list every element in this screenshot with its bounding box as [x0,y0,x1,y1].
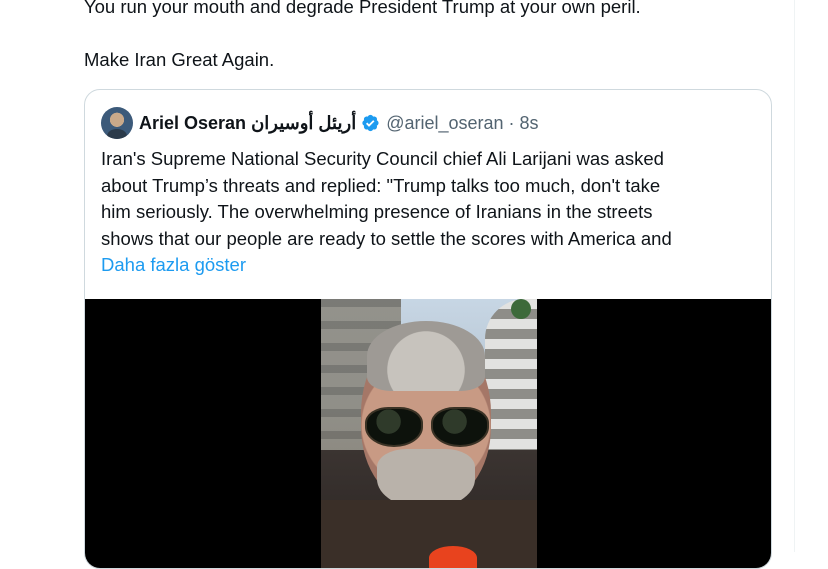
body-line: about Trump’s threats and replied: "Trum… [101,174,661,196]
building-right [485,299,537,469]
hair [367,321,485,391]
lens-left [365,407,423,447]
handle[interactable]: @ariel_oseran [386,113,503,134]
quoted-tweet-card[interactable]: Ariel Oseran أريئل أوسيران @ariel_oseran… [84,89,772,569]
quoted-tweet-header: Ariel Oseran أريئل أوسيران @ariel_oseran… [101,106,539,140]
microphone [429,546,477,568]
tweet-text-line: You run your mouth and degrade President… [84,0,641,17]
body-line: shows that our people are ready to settl… [101,227,672,249]
tree [511,299,531,319]
video-thumbnail [321,299,537,568]
tweet-text-line: Make Iran Great Again. [84,49,275,70]
verified-badge-icon [362,114,379,132]
display-name[interactable]: Ariel Oseran أريئل أوسيران [139,113,356,134]
show-more-link[interactable]: Daha fazla göster [101,252,751,279]
column-divider [794,0,795,552]
sunglasses [365,407,489,447]
separator-dot: · [508,112,515,133]
body-line: Iran's Supreme National Security Council… [101,148,664,169]
video-player[interactable] [85,299,771,568]
lens-right [431,407,489,447]
timestamp[interactable]: 8s [520,113,539,134]
avatar[interactable] [101,107,133,139]
body-line: him seriously. The overwhelming presence… [101,201,653,222]
quoted-tweet-body: Iran's Supreme National Security Council… [101,146,751,279]
